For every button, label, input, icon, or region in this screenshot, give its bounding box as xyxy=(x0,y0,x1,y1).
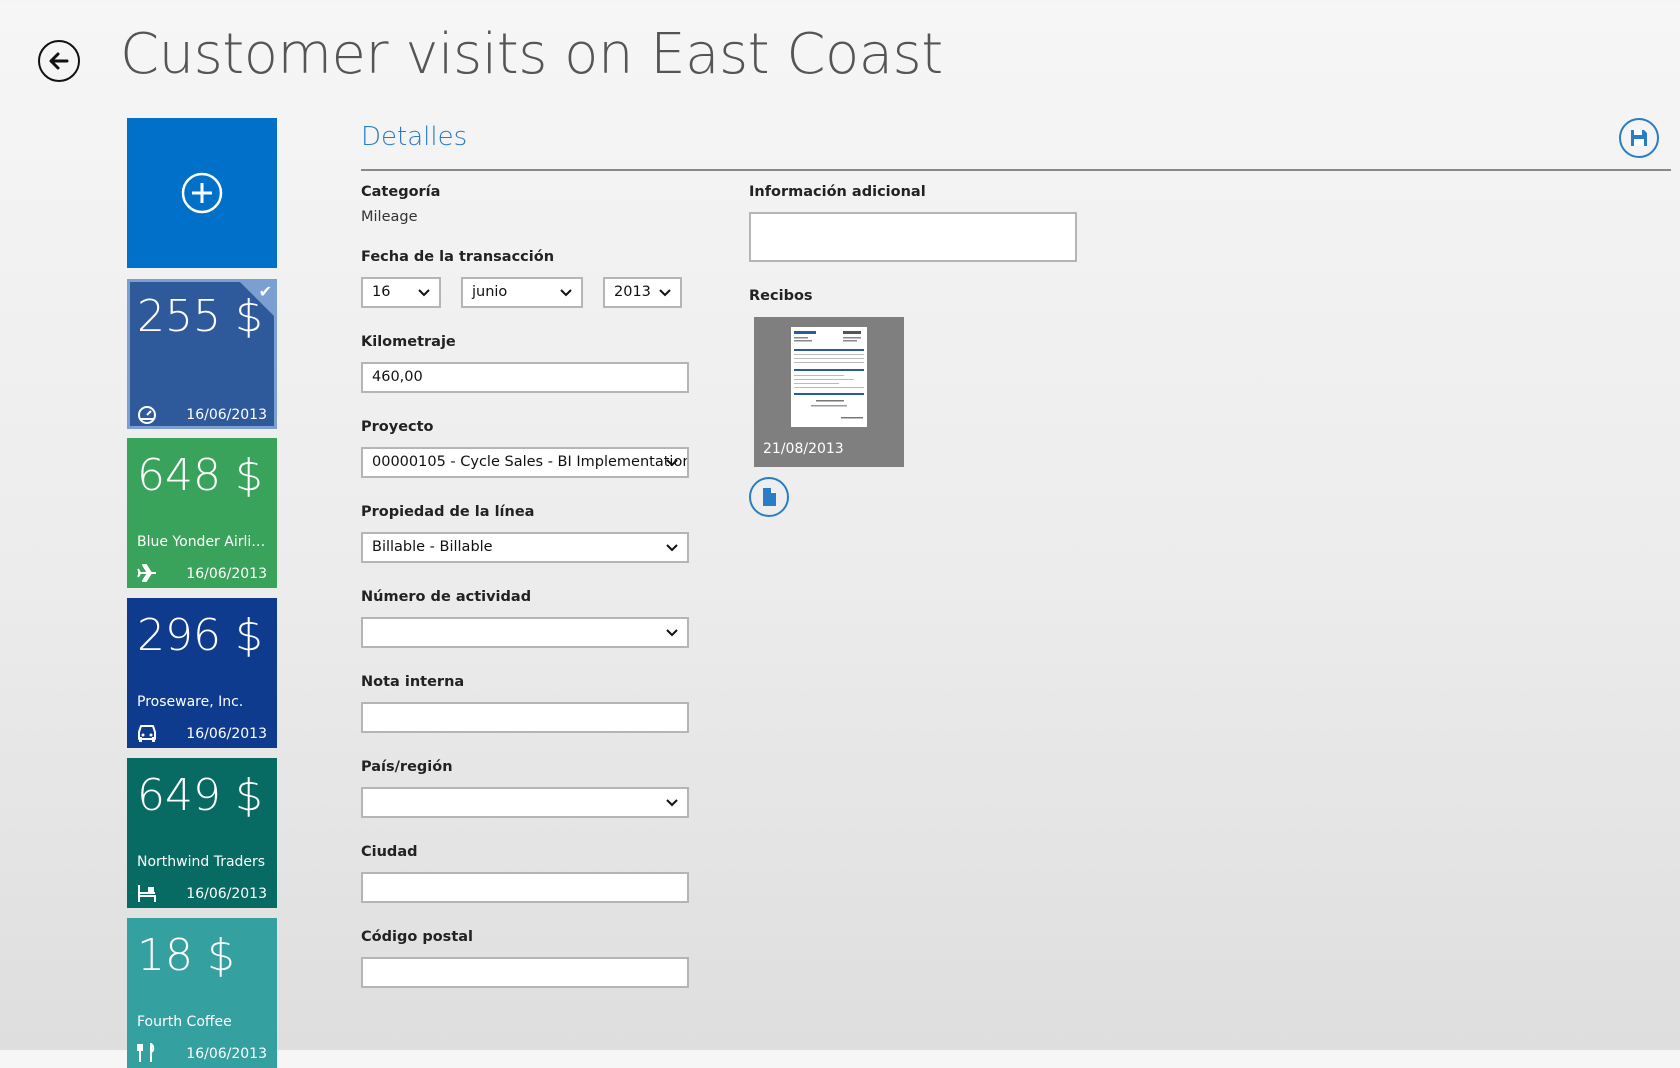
tile-vendor: Proseware, Inc. xyxy=(137,694,244,710)
chevron-down-icon xyxy=(666,799,678,807)
actividad-label: Número de actividad xyxy=(361,589,532,605)
tile-amount: 649 $ xyxy=(137,770,263,821)
document-icon xyxy=(763,488,776,506)
airplane-icon xyxy=(137,564,156,582)
expense-tile[interactable]: 649 $ Northwind Traders 16/06/2013 xyxy=(127,758,277,908)
postal-input[interactable] xyxy=(361,957,689,988)
save-icon xyxy=(1631,130,1647,146)
year-select[interactable]: 2013 xyxy=(603,277,682,308)
kilometraje-label: Kilometraje xyxy=(361,334,456,350)
expense-tile[interactable]: 296 $ Proseware, Inc. 16/06/2013 xyxy=(127,598,277,748)
chevron-down-icon xyxy=(666,544,678,552)
chevron-down-icon xyxy=(666,629,678,637)
expense-tile[interactable]: ✔ 255 $ 16/06/2013 xyxy=(127,279,277,429)
tile-date: 16/06/2013 xyxy=(186,726,267,742)
speedometer-icon xyxy=(138,406,156,424)
tile-amount: 18 $ xyxy=(137,930,235,981)
save-button[interactable] xyxy=(1619,118,1659,158)
tile-date: 16/06/2013 xyxy=(186,1046,267,1062)
add-expense-button[interactable] xyxy=(127,118,277,268)
month-select[interactable]: junio xyxy=(461,277,583,308)
ciudad-label: Ciudad xyxy=(361,844,418,860)
propiedad-select[interactable]: Billable - Billable xyxy=(361,532,689,563)
ciudad-input[interactable] xyxy=(361,872,689,903)
attach-receipt-button[interactable] xyxy=(749,477,789,517)
pais-label: País/región xyxy=(361,759,453,775)
chevron-down-icon xyxy=(666,459,678,467)
page-title: Customer visits on East Coast xyxy=(120,22,943,87)
tile-date: 16/06/2013 xyxy=(186,566,267,582)
section-title: Detalles xyxy=(361,122,468,152)
tile-date: 16/06/2013 xyxy=(186,886,267,902)
chevron-down-icon xyxy=(418,289,430,297)
month-value: junio xyxy=(472,284,508,300)
nota-input[interactable] xyxy=(361,702,689,733)
nota-label: Nota interna xyxy=(361,674,465,690)
tile-date: 16/06/2013 xyxy=(186,407,267,423)
expense-tile[interactable]: 18 $ Fourth Coffee 16/06/2013 xyxy=(127,918,277,1068)
day-select[interactable]: 16 xyxy=(361,277,441,308)
postal-label: Código postal xyxy=(361,929,473,945)
day-value: 16 xyxy=(372,284,391,300)
chevron-down-icon xyxy=(560,289,572,297)
categoria-value: Mileage xyxy=(361,209,418,225)
propiedad-label: Propiedad de la línea xyxy=(361,504,535,520)
year-value: 2013 xyxy=(614,284,651,300)
expense-tile[interactable]: 648 $ Blue Yonder Airlin... 16/06/2013 xyxy=(127,438,277,588)
actividad-select[interactable] xyxy=(361,617,689,648)
tile-vendor: Northwind Traders xyxy=(137,854,266,870)
back-button[interactable] xyxy=(38,40,80,82)
section-divider xyxy=(361,169,1671,171)
receipt-date: 21/08/2013 xyxy=(763,441,844,457)
bed-icon xyxy=(138,885,156,902)
receipt-thumbnail[interactable]: 21/08/2013 xyxy=(754,317,904,467)
add-icon xyxy=(181,172,223,214)
recibos-label: Recibos xyxy=(749,288,813,304)
back-arrow-icon xyxy=(49,52,69,70)
chevron-down-icon xyxy=(659,289,671,297)
fork-knife-icon xyxy=(137,1043,155,1062)
fecha-label: Fecha de la transacción xyxy=(361,249,555,265)
info-input[interactable] xyxy=(749,212,1077,262)
proyecto-value: 00000105 - Cycle Sales - BI Implementati… xyxy=(372,454,689,470)
car-icon xyxy=(138,725,156,742)
tile-vendor: Fourth Coffee xyxy=(137,1014,232,1030)
info-label: Información adicional xyxy=(749,184,926,200)
tile-amount: 255 $ xyxy=(137,291,263,342)
pais-select[interactable] xyxy=(361,787,689,818)
tile-amount: 648 $ xyxy=(137,450,263,501)
tile-amount: 296 $ xyxy=(137,610,263,661)
kilometraje-input[interactable]: 460,00 xyxy=(361,362,689,393)
receipt-document-icon xyxy=(791,327,867,427)
tile-vendor: Blue Yonder Airlin... xyxy=(137,534,273,550)
propiedad-value: Billable - Billable xyxy=(372,539,493,555)
proyecto-label: Proyecto xyxy=(361,419,434,435)
proyecto-select[interactable]: 00000105 - Cycle Sales - BI Implementati… xyxy=(361,447,689,478)
categoria-label: Categoría xyxy=(361,184,441,200)
